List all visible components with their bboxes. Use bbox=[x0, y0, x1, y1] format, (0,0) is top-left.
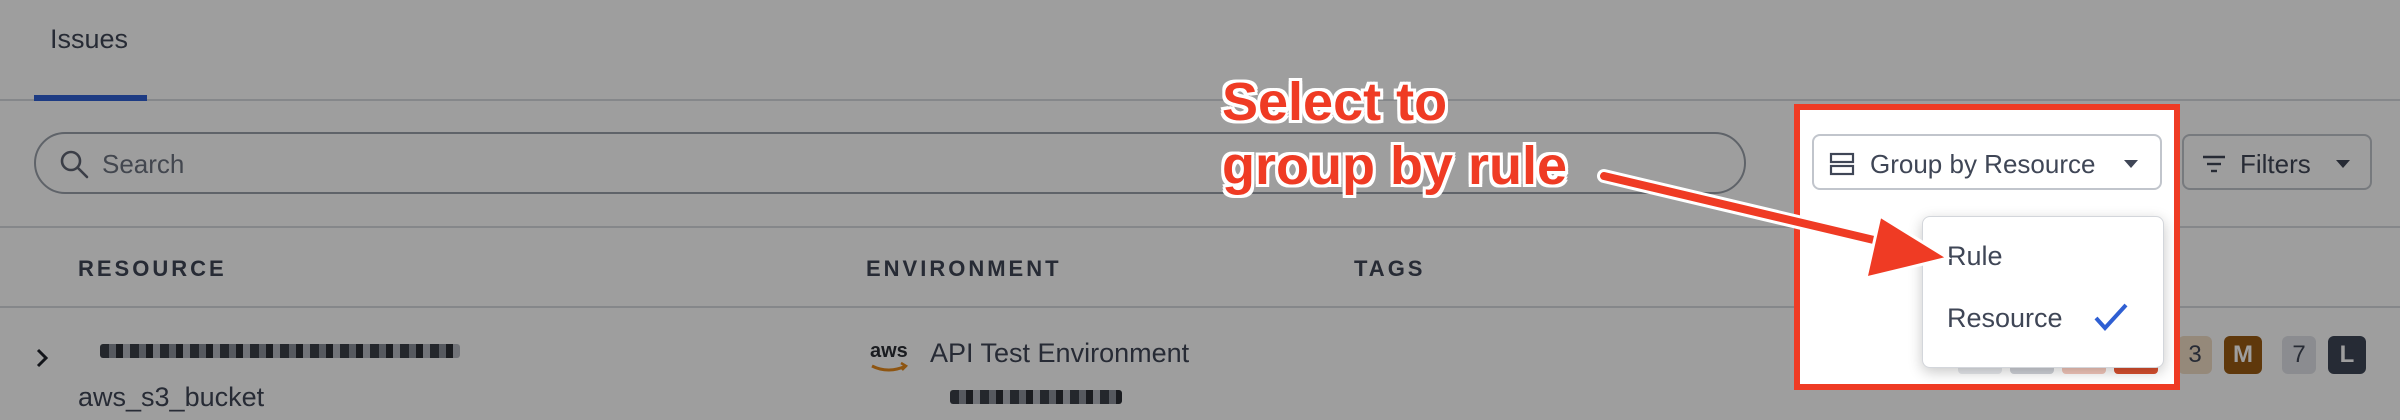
low-count: 7 bbox=[2282, 336, 2316, 374]
highlight-box bbox=[1794, 104, 2180, 390]
redacted-resource-name bbox=[100, 344, 460, 358]
tab-bar: Issues bbox=[0, 0, 2400, 101]
active-tab-indicator bbox=[34, 95, 147, 101]
resource-type: aws_s3_bucket bbox=[78, 382, 265, 412]
severity-badge-medium: M bbox=[2224, 336, 2262, 374]
search-icon bbox=[60, 150, 89, 179]
filter-icon bbox=[2203, 155, 2225, 173]
tab-issues-label: Issues bbox=[50, 24, 129, 54]
environment-name[interactable]: API Test Environment bbox=[930, 338, 1189, 369]
column-header-environment[interactable]: ENVIRONMENT bbox=[866, 256, 1062, 282]
medium-count: 3 bbox=[2178, 336, 2212, 374]
aws-logo-icon: aws bbox=[868, 340, 912, 376]
tab-issues[interactable]: Issues bbox=[34, 0, 147, 101]
filters-button[interactable]: Filters bbox=[2182, 134, 2372, 190]
redacted-environment-id bbox=[950, 390, 1122, 404]
annotation-callout: Select to group by rule bbox=[1222, 70, 1567, 198]
annotation-line-2: group by rule bbox=[1222, 136, 1568, 196]
chevron-right-icon[interactable] bbox=[30, 346, 54, 370]
caret-down-icon bbox=[2336, 160, 2350, 168]
issues-page: Issues Filters RESOURCE ENVIRONMENT TAGS… bbox=[0, 0, 2400, 420]
column-header-tags[interactable]: TAGS bbox=[1354, 256, 1425, 282]
filters-label: Filters bbox=[2240, 149, 2311, 179]
annotation-line-1: Select to bbox=[1222, 72, 1448, 132]
column-header-resource[interactable]: RESOURCE bbox=[78, 256, 227, 282]
severity-badge-low: L bbox=[2328, 336, 2366, 374]
